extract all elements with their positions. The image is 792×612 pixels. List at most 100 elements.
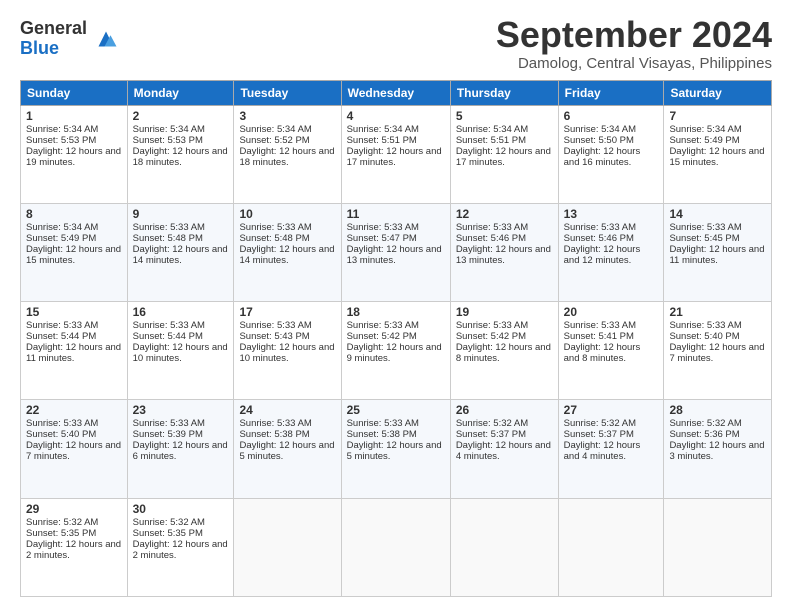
daylight: Daylight: 12 hours and 12 minutes. — [564, 244, 641, 266]
sunset: Sunset: 5:41 PM — [564, 331, 634, 342]
table-row: 11Sunrise: 5:33 AMSunset: 5:47 PMDayligh… — [341, 203, 450, 301]
day-number: 4 — [347, 109, 445, 123]
sunset: Sunset: 5:42 PM — [456, 331, 526, 342]
table-row: 18Sunrise: 5:33 AMSunset: 5:42 PMDayligh… — [341, 302, 450, 400]
table-row: 29Sunrise: 5:32 AMSunset: 5:35 PMDayligh… — [21, 498, 128, 596]
table-row: 30Sunrise: 5:32 AMSunset: 5:35 PMDayligh… — [127, 498, 234, 596]
sunrise: Sunrise: 5:33 AM — [564, 320, 636, 331]
table-row — [558, 498, 664, 596]
col-saturday: Saturday — [664, 80, 772, 105]
logo-icon — [91, 24, 121, 54]
calendar-week-2: 8Sunrise: 5:34 AMSunset: 5:49 PMDaylight… — [21, 203, 772, 301]
sunrise: Sunrise: 5:33 AM — [456, 320, 528, 331]
sunrise: Sunrise: 5:33 AM — [133, 418, 205, 429]
sunrise: Sunrise: 5:34 AM — [347, 124, 419, 135]
sunrise: Sunrise: 5:33 AM — [133, 222, 205, 233]
day-number: 7 — [669, 109, 766, 123]
table-row: 14Sunrise: 5:33 AMSunset: 5:45 PMDayligh… — [664, 203, 772, 301]
day-number: 6 — [564, 109, 659, 123]
sunrise: Sunrise: 5:33 AM — [26, 320, 98, 331]
sunset: Sunset: 5:50 PM — [564, 135, 634, 146]
sunrise: Sunrise: 5:33 AM — [239, 320, 311, 331]
table-row: 1Sunrise: 5:34 AMSunset: 5:53 PMDaylight… — [21, 105, 128, 203]
day-number: 26 — [456, 403, 553, 417]
table-row: 28Sunrise: 5:32 AMSunset: 5:36 PMDayligh… — [664, 400, 772, 498]
day-number: 10 — [239, 207, 335, 221]
day-number: 20 — [564, 305, 659, 319]
table-row: 13Sunrise: 5:33 AMSunset: 5:46 PMDayligh… — [558, 203, 664, 301]
day-number: 8 — [26, 207, 122, 221]
sunrise: Sunrise: 5:32 AM — [669, 418, 741, 429]
sunrise: Sunrise: 5:34 AM — [239, 124, 311, 135]
day-number: 13 — [564, 207, 659, 221]
daylight: Daylight: 12 hours and 14 minutes. — [239, 244, 334, 266]
table-row: 3Sunrise: 5:34 AMSunset: 5:52 PMDaylight… — [234, 105, 341, 203]
table-row: 17Sunrise: 5:33 AMSunset: 5:43 PMDayligh… — [234, 302, 341, 400]
daylight: Daylight: 12 hours and 15 minutes. — [669, 146, 764, 168]
daylight: Daylight: 12 hours and 10 minutes. — [239, 342, 334, 364]
sunrise: Sunrise: 5:32 AM — [26, 517, 98, 528]
sunrise: Sunrise: 5:34 AM — [669, 124, 741, 135]
day-number: 27 — [564, 403, 659, 417]
day-number: 5 — [456, 109, 553, 123]
sunset: Sunset: 5:49 PM — [669, 135, 739, 146]
sunrise: Sunrise: 5:33 AM — [26, 418, 98, 429]
sunrise: Sunrise: 5:33 AM — [347, 418, 419, 429]
sunset: Sunset: 5:51 PM — [456, 135, 526, 146]
sunset: Sunset: 5:38 PM — [239, 429, 309, 440]
sunrise: Sunrise: 5:33 AM — [239, 222, 311, 233]
sunset: Sunset: 5:44 PM — [26, 331, 96, 342]
sunset: Sunset: 5:51 PM — [347, 135, 417, 146]
sunset: Sunset: 5:35 PM — [26, 528, 96, 539]
sunrise: Sunrise: 5:32 AM — [456, 418, 528, 429]
table-row — [341, 498, 450, 596]
sunset: Sunset: 5:43 PM — [239, 331, 309, 342]
table-row: 9Sunrise: 5:33 AMSunset: 5:48 PMDaylight… — [127, 203, 234, 301]
daylight: Daylight: 12 hours and 14 minutes. — [133, 244, 228, 266]
table-row: 20Sunrise: 5:33 AMSunset: 5:41 PMDayligh… — [558, 302, 664, 400]
calendar-week-5: 29Sunrise: 5:32 AMSunset: 5:35 PMDayligh… — [21, 498, 772, 596]
sunset: Sunset: 5:35 PM — [133, 528, 203, 539]
daylight: Daylight: 12 hours and 4 minutes. — [456, 440, 551, 462]
sunrise: Sunrise: 5:34 AM — [26, 124, 98, 135]
day-number: 25 — [347, 403, 445, 417]
table-row: 12Sunrise: 5:33 AMSunset: 5:46 PMDayligh… — [450, 203, 558, 301]
daylight: Daylight: 12 hours and 9 minutes. — [347, 342, 442, 364]
sunrise: Sunrise: 5:32 AM — [564, 418, 636, 429]
daylight: Daylight: 12 hours and 13 minutes. — [347, 244, 442, 266]
day-number: 1 — [26, 109, 122, 123]
daylight: Daylight: 12 hours and 18 minutes. — [239, 146, 334, 168]
table-row: 27Sunrise: 5:32 AMSunset: 5:37 PMDayligh… — [558, 400, 664, 498]
col-monday: Monday — [127, 80, 234, 105]
sunset: Sunset: 5:49 PM — [26, 233, 96, 244]
daylight: Daylight: 12 hours and 8 minutes. — [456, 342, 551, 364]
sunset: Sunset: 5:47 PM — [347, 233, 417, 244]
table-row: 23Sunrise: 5:33 AMSunset: 5:39 PMDayligh… — [127, 400, 234, 498]
calendar-week-3: 15Sunrise: 5:33 AMSunset: 5:44 PMDayligh… — [21, 302, 772, 400]
sunset: Sunset: 5:36 PM — [669, 429, 739, 440]
table-row: 15Sunrise: 5:33 AMSunset: 5:44 PMDayligh… — [21, 302, 128, 400]
daylight: Daylight: 12 hours and 11 minutes. — [669, 244, 764, 266]
table-row: 7Sunrise: 5:34 AMSunset: 5:49 PMDaylight… — [664, 105, 772, 203]
day-number: 17 — [239, 305, 335, 319]
daylight: Daylight: 12 hours and 5 minutes. — [239, 440, 334, 462]
table-row: 19Sunrise: 5:33 AMSunset: 5:42 PMDayligh… — [450, 302, 558, 400]
daylight: Daylight: 12 hours and 17 minutes. — [347, 146, 442, 168]
sunset: Sunset: 5:40 PM — [669, 331, 739, 342]
daylight: Daylight: 12 hours and 2 minutes. — [26, 539, 121, 561]
calendar-week-4: 22Sunrise: 5:33 AMSunset: 5:40 PMDayligh… — [21, 400, 772, 498]
page: General Blue September 2024 Damolog, Cen… — [0, 0, 792, 612]
daylight: Daylight: 12 hours and 13 minutes. — [456, 244, 551, 266]
sunset: Sunset: 5:37 PM — [456, 429, 526, 440]
logo-blue: Blue — [20, 39, 87, 59]
daylight: Daylight: 12 hours and 16 minutes. — [564, 146, 641, 168]
sunrise: Sunrise: 5:34 AM — [564, 124, 636, 135]
table-row: 26Sunrise: 5:32 AMSunset: 5:37 PMDayligh… — [450, 400, 558, 498]
day-number: 19 — [456, 305, 553, 319]
daylight: Daylight: 12 hours and 2 minutes. — [133, 539, 228, 561]
daylight: Daylight: 12 hours and 17 minutes. — [456, 146, 551, 168]
day-number: 3 — [239, 109, 335, 123]
header: General Blue September 2024 Damolog, Cen… — [20, 15, 772, 72]
location: Damolog, Central Visayas, Philippines — [496, 55, 772, 72]
day-number: 16 — [133, 305, 229, 319]
